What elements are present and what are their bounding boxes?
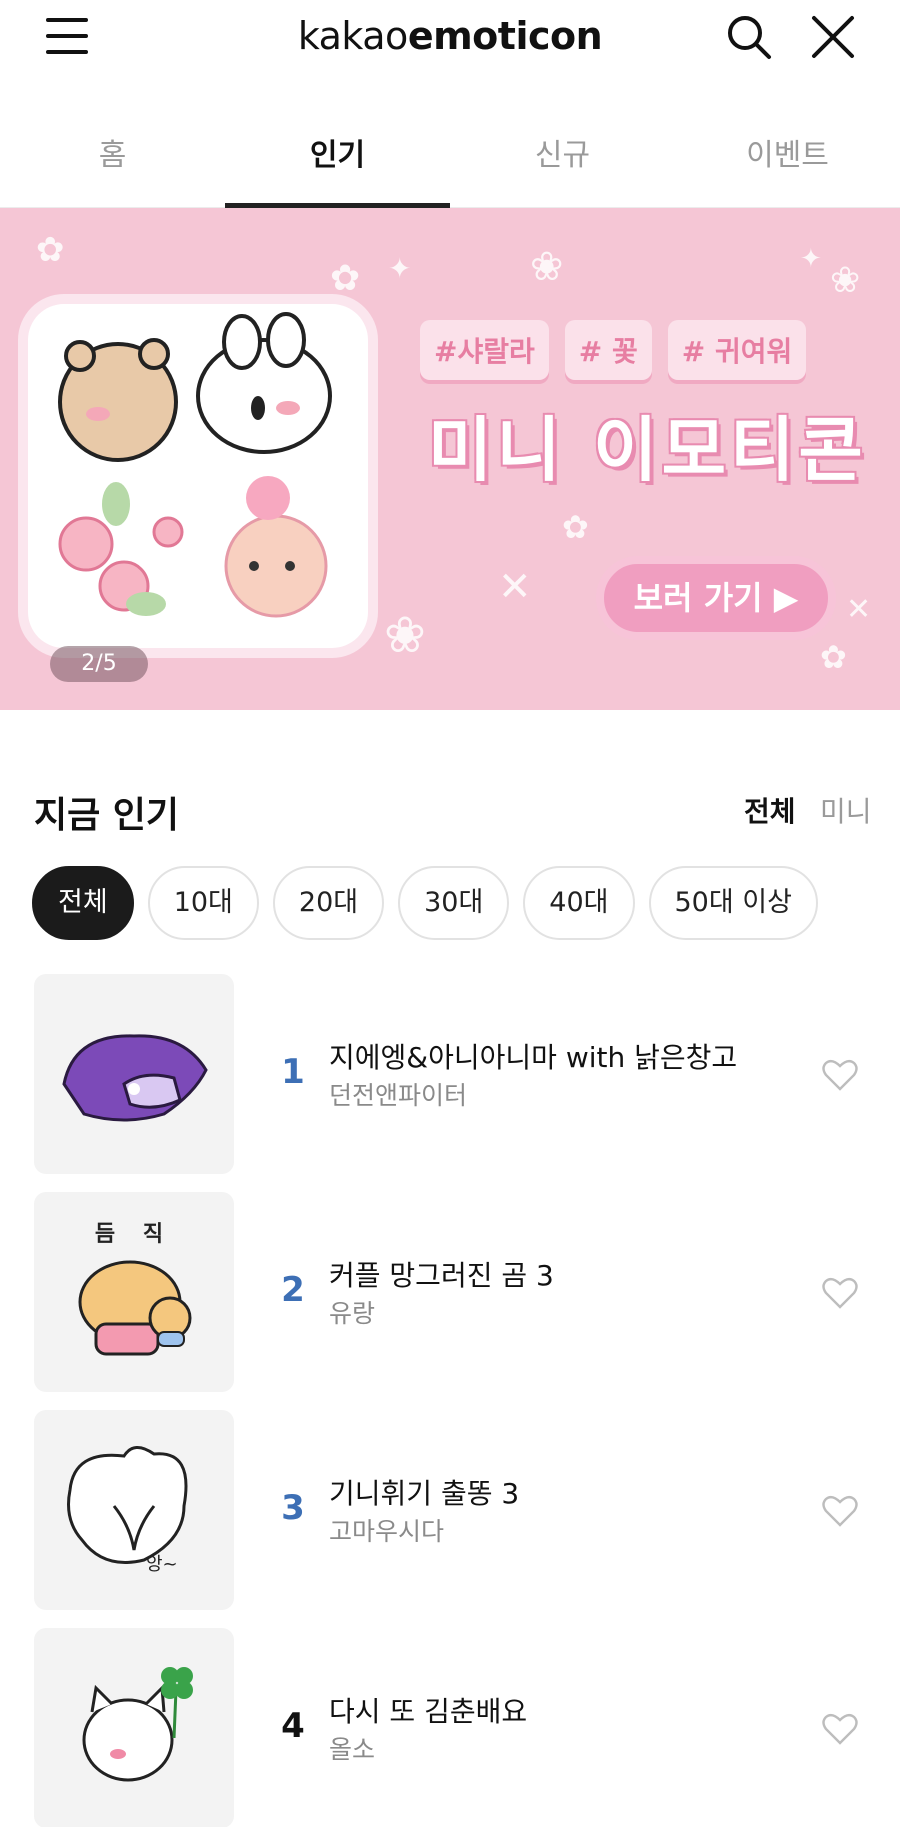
rank-number: 3 xyxy=(281,1488,305,1528)
heart-icon[interactable] xyxy=(822,1276,858,1310)
emoticon-title[interactable]: 지에엥&아니아니마 with 낡은창고 xyxy=(329,1036,737,1076)
sparkle-icon: ✦ xyxy=(388,252,412,285)
flower-icon: ✿ xyxy=(562,508,589,546)
rank-number: 1 xyxy=(281,1052,305,1092)
tab-popular[interactable]: 인기 xyxy=(225,100,450,208)
logo-emoticon-text: emoticon xyxy=(407,14,603,58)
list-item[interactable]: 1 지에엥&아니아니마 with 낡은창고 던전앤파이터 xyxy=(34,974,866,1174)
top-header: kakaoemoticon xyxy=(0,0,900,78)
filter-mini-toggle[interactable]: 미니 xyxy=(820,790,872,830)
tab-home[interactable]: 홈 xyxy=(0,100,225,207)
chip-30s[interactable]: 30대 xyxy=(398,866,510,940)
banner-title: 미니 이모티콘 xyxy=(428,409,867,491)
rank-number: 2 xyxy=(281,1270,305,1310)
hashtag-chip[interactable]: # 꽃 xyxy=(564,320,652,380)
tab-new[interactable]: 신규 xyxy=(450,100,675,207)
thumbnail-caption: 앙~ xyxy=(146,1554,178,1575)
sparkle-icon: ✦ xyxy=(800,244,822,274)
emoticon-preview-card xyxy=(28,304,368,648)
flower-icon: ❀ xyxy=(830,260,861,301)
list-item[interactable]: 듬 직 2 커플 망그러진 곰 3 유랑 xyxy=(34,1192,866,1392)
sparkle-icon: ✕ xyxy=(498,564,532,610)
chip-40s[interactable]: 40대 xyxy=(523,866,635,940)
emoticon-preview-illustration xyxy=(42,312,354,618)
emoticon-title[interactable]: 다시 또 김춘배요 xyxy=(329,1690,527,1730)
chip-20s[interactable]: 20대 xyxy=(272,866,385,940)
list-item[interactable]: 4 다시 또 김춘배요 올소 xyxy=(34,1628,866,1827)
emoticon-title[interactable]: 기니휘기 출똥 3 xyxy=(329,1472,519,1512)
rank-number: 4 xyxy=(281,1706,305,1746)
flower-icon: ✿ xyxy=(330,258,361,299)
emoticon-author: 유랑 xyxy=(329,1299,376,1328)
bear-couple-illustration xyxy=(78,1260,192,1356)
hashtag-chip[interactable]: #샤랄라 xyxy=(420,320,549,380)
chip-10s[interactable]: 10대 xyxy=(147,866,259,940)
emoticon-author: 고마우시다 xyxy=(329,1517,445,1546)
logo-kakao-text: kakao xyxy=(297,14,409,58)
guinea-pig-illustration xyxy=(67,1446,188,1564)
banner-page-indicator: 2/5 xyxy=(50,646,148,682)
white-cat-clover-illustration xyxy=(82,1667,193,1782)
banner-tags: #샤랄라 # 꽃 # 귀여워 xyxy=(420,320,807,380)
flower-icon: ❀ xyxy=(530,244,564,290)
purple-character-illustration xyxy=(62,1034,208,1122)
chip-50s-plus[interactable]: 50대 이상 xyxy=(648,866,818,940)
emoticon-title[interactable]: 커플 망그러진 곰 3 xyxy=(329,1254,554,1294)
age-filter-chips: 전체 10대 20대 30대 40대 50대 이상 xyxy=(32,866,818,940)
emoticon-thumbnail[interactable]: 앙~ xyxy=(34,1410,234,1610)
filter-all-toggle[interactable]: 전체 xyxy=(744,790,796,830)
emoticon-thumbnail[interactable] xyxy=(34,1628,234,1827)
heart-icon[interactable] xyxy=(822,1712,858,1746)
search-icon[interactable] xyxy=(726,14,772,60)
heart-icon[interactable] xyxy=(822,1494,858,1528)
emoticon-author: 올소 xyxy=(329,1735,376,1764)
flower-icon: ❀ xyxy=(384,606,426,664)
promo-banner[interactable]: ✿ ✿ ✦ ❀ ❀ ✦ ✿ ❀ ✕ ✕ ✿ #샤랄라 # 꽃 # 귀여워 미니 … xyxy=(0,208,900,710)
main-tabs: 홈 인기 신규 이벤트 xyxy=(0,100,900,208)
emoticon-thumbnail[interactable]: 듬 직 xyxy=(34,1192,234,1392)
emoticon-thumbnail[interactable] xyxy=(34,974,234,1174)
flower-icon: ✿ xyxy=(820,638,847,676)
chip-all[interactable]: 전체 xyxy=(32,866,134,940)
close-icon[interactable] xyxy=(810,14,856,60)
emoticon-author: 던전앤파이터 xyxy=(329,1081,468,1110)
banner-go-button[interactable]: 보러 가기 ▶ xyxy=(596,556,836,640)
list-item[interactable]: 앙~ 3 기니휘기 출똥 3 고마우시다 xyxy=(34,1410,866,1610)
section-title: 지금 인기 xyxy=(34,795,180,836)
sparkle-icon: ✕ xyxy=(846,592,872,627)
heart-icon[interactable] xyxy=(822,1058,858,1092)
hashtag-chip[interactable]: # 귀여워 xyxy=(667,320,807,380)
flower-icon: ✿ xyxy=(36,230,65,270)
tab-event[interactable]: 이벤트 xyxy=(675,100,900,207)
